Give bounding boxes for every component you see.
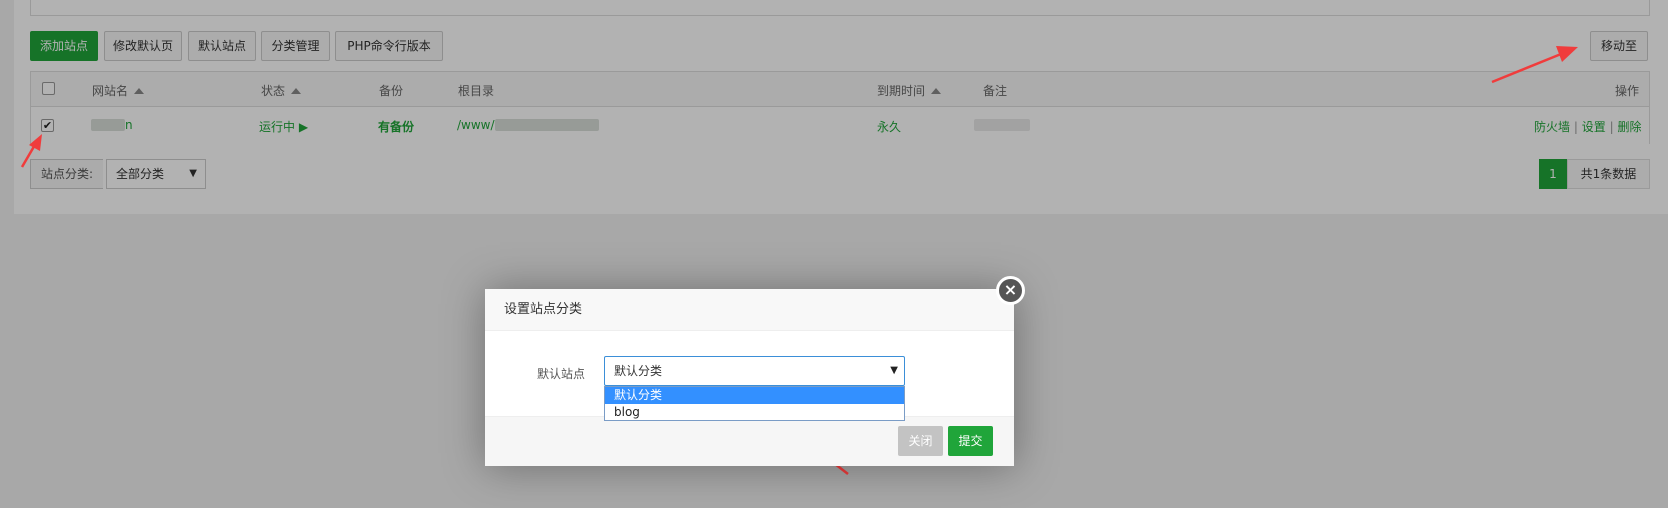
modal-title: 设置站点分类 <box>485 289 1014 331</box>
option-default-category[interactable]: 默认分类 <box>605 387 904 404</box>
category-select[interactable]: 默认分类 ▼ <box>604 356 905 386</box>
submit-button[interactable]: 提交 <box>948 426 993 456</box>
category-dropdown: 默认分类 blog <box>604 386 905 421</box>
caret-down-icon: ▼ <box>890 365 898 376</box>
close-button[interactable]: 关闭 <box>898 426 943 456</box>
field-label: 默认站点 <box>536 367 585 381</box>
close-icon[interactable]: × <box>996 276 1025 305</box>
option-blog[interactable]: blog <box>605 404 904 421</box>
set-category-modal: 设置站点分类 × 默认站点 默认分类 ▼ 默认分类 blog 关闭 提交 <box>485 276 1025 466</box>
